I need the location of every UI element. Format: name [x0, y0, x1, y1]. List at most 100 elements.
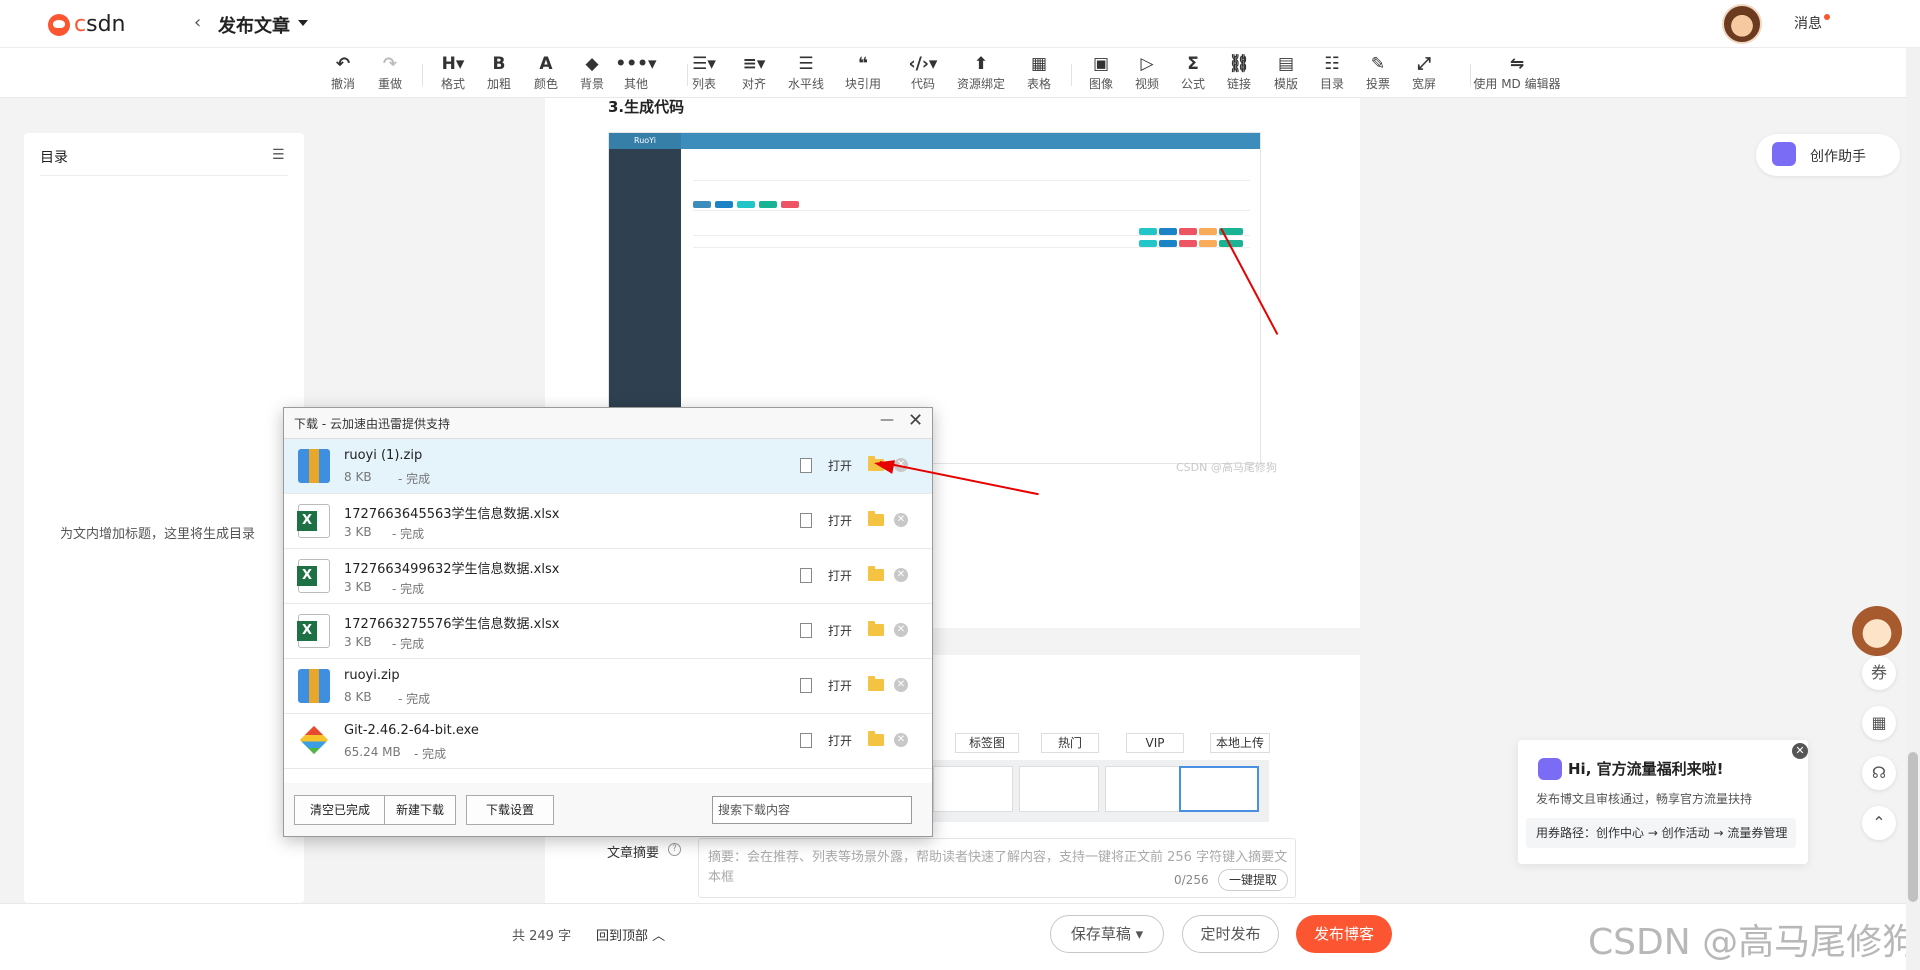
- toolbar-link-button[interactable]: ⛓ 链接: [1216, 54, 1262, 92]
- toolbar-wide-screen-button[interactable]: ⤢ 宽屏: [1401, 54, 1447, 92]
- close-icon[interactable]: ✕: [1792, 743, 1808, 759]
- cover-tab-tag-image[interactable]: 标签图: [955, 733, 1019, 753]
- toolbar-code-button[interactable]: ‹/›▾ 代码: [900, 54, 946, 92]
- open-file-button[interactable]: 打开: [828, 512, 852, 529]
- toolbar-md-editor-button[interactable]: ⇋ 使用 MD 编辑器: [1473, 54, 1560, 92]
- remove-icon[interactable]: ✕: [894, 568, 908, 582]
- open-file-button[interactable]: 打开: [828, 677, 852, 694]
- cover-thumbnail-selected[interactable]: [1179, 766, 1259, 812]
- file-icon[interactable]: [800, 568, 812, 583]
- toolbar-resource-button[interactable]: ⬆ 资源绑定: [957, 54, 1005, 92]
- remove-icon[interactable]: ✕: [894, 733, 908, 747]
- cover-thumbnail[interactable]: [1105, 766, 1185, 812]
- remove-icon[interactable]: ✕: [894, 678, 908, 692]
- publish-button[interactable]: 发布博客: [1296, 915, 1392, 953]
- toolbar-label: 其他: [623, 77, 648, 91]
- chevron-down-icon[interactable]: ▾: [1131, 925, 1144, 943]
- new-download-button[interactable]: 新建下载: [384, 795, 456, 825]
- extract-abstract-button[interactable]: 一键提取: [1218, 869, 1289, 891]
- cover-thumbnail[interactable]: [1019, 766, 1099, 812]
- messages-link[interactable]: 消息: [1794, 13, 1822, 33]
- download-item[interactable]: 1727663275576学生信息数据.xlsx 3 KB - 完成 打开 ✕: [284, 604, 932, 659]
- screenshot-button: [759, 201, 777, 208]
- toc-collapse-icon[interactable]: ☰: [272, 147, 285, 163]
- toolbar-heading-button[interactable]: H▾ 格式: [430, 54, 476, 92]
- download-status: - 完成: [392, 527, 425, 541]
- screenshot-button: [737, 201, 755, 208]
- git-installer-icon: [298, 724, 330, 758]
- screenshot-button: [1199, 228, 1217, 235]
- toolbar-table-button[interactable]: ▦ 表格: [1016, 54, 1062, 92]
- toolbar-redo-button[interactable]: ↷ 重做: [367, 54, 413, 92]
- close-icon[interactable]: ✕: [908, 410, 923, 431]
- toolbar-more-button[interactable]: •••▾ 其他: [613, 54, 659, 92]
- file-icon[interactable]: [800, 623, 812, 638]
- toolbar-toc-button[interactable]: ☷ 目录: [1309, 54, 1355, 92]
- scrollbar-thumb[interactable]: [1908, 752, 1918, 902]
- download-item[interactable]: ruoyi.zip 8 KB - 完成 打开 ✕: [284, 659, 932, 714]
- open-file-button[interactable]: 打开: [828, 622, 852, 639]
- toolbar-font-color-button[interactable]: A 颜色: [523, 54, 569, 92]
- toolbar-template-button[interactable]: ▤ 模版: [1263, 54, 1309, 92]
- open-file-button[interactable]: 打开: [828, 567, 852, 584]
- align-icon: ≡▾: [742, 54, 766, 74]
- toolbar-image-button[interactable]: ▣ 图像: [1078, 54, 1124, 92]
- download-item[interactable]: ruoyi (1).zip8 KB- 完成打开✕: [284, 439, 932, 494]
- open-file-button[interactable]: 打开: [828, 732, 852, 749]
- mascot-icon[interactable]: [1852, 606, 1902, 656]
- download-settings-button[interactable]: 下载设置: [466, 795, 554, 825]
- toolbar-vote-button[interactable]: ✎ 投票: [1355, 54, 1401, 92]
- folder-icon[interactable]: [868, 511, 884, 526]
- title-dropdown-icon[interactable]: [298, 20, 308, 26]
- screenshot-button: [693, 201, 711, 208]
- article-heading[interactable]: 3.生成代码: [608, 96, 684, 117]
- toolbar-fill-color-button[interactable]: ◆ 背景: [569, 54, 615, 92]
- toolbar-align-button[interactable]: ≡▾ 对齐: [731, 54, 777, 92]
- toolbar-formula-button[interactable]: Σ 公式: [1170, 54, 1216, 92]
- file-icon[interactable]: [800, 733, 812, 748]
- user-avatar[interactable]: [1722, 4, 1762, 44]
- qrcode-icon[interactable]: ▦: [1862, 706, 1896, 740]
- file-icon[interactable]: [800, 513, 812, 528]
- remove-icon[interactable]: ✕: [894, 513, 908, 527]
- download-status: - 完成: [414, 747, 447, 761]
- save-draft-button[interactable]: 保存草稿 ▾: [1050, 915, 1164, 953]
- coupon-icon[interactable]: 券: [1862, 656, 1896, 690]
- cover-tab-vip[interactable]: VIP: [1126, 733, 1184, 753]
- file-icon[interactable]: [800, 458, 812, 473]
- download-item[interactable]: 1727663645563学生信息数据.xlsx 3 KB - 完成 打开 ✕: [284, 494, 932, 549]
- toolbar-video-button[interactable]: ▷ 视频: [1124, 54, 1170, 92]
- back-chevron-icon[interactable]: ‹: [194, 12, 201, 33]
- screenshot-header: [681, 133, 1260, 149]
- download-list[interactable]: ruoyi (1).zip8 KB- 完成打开✕1727663645563学生信…: [284, 438, 932, 783]
- back-to-top-icon[interactable]: ⌃: [1862, 806, 1896, 840]
- folder-icon[interactable]: [868, 676, 884, 691]
- toolbar-undo-button[interactable]: ↶ 撤消: [320, 54, 366, 92]
- page-title[interactable]: 发布文章: [218, 12, 290, 38]
- download-item[interactable]: Git-2.46.2-64-bit.exe 65.24 MB - 完成 打开 ✕: [284, 714, 932, 769]
- folder-icon[interactable]: [868, 621, 884, 636]
- cover-thumbnail[interactable]: [933, 766, 1013, 812]
- download-item[interactable]: 1727663499632学生信息数据.xlsx 3 KB - 完成 打开 ✕: [284, 549, 932, 604]
- folder-icon[interactable]: [868, 566, 884, 581]
- toolbar-hr-button[interactable]: ☰ 水平线: [783, 54, 829, 92]
- cover-tab-hot[interactable]: 热门: [1041, 733, 1099, 753]
- remove-icon[interactable]: ✕: [894, 623, 908, 637]
- toolbar-quote-button[interactable]: ❝ 块引用: [840, 54, 886, 92]
- file-size: 65.24 MB: [344, 745, 401, 759]
- cover-tab-local-upload[interactable]: 本地上传: [1210, 733, 1270, 753]
- file-icon[interactable]: [800, 678, 812, 693]
- minimize-icon[interactable]: —: [880, 412, 894, 428]
- download-search-input[interactable]: 搜索下载内容: [712, 796, 912, 824]
- schedule-publish-button[interactable]: 定时发布: [1182, 915, 1279, 953]
- excel-file-icon: [297, 504, 330, 538]
- csdn-logo[interactable]: csdn: [48, 12, 125, 37]
- vote-icon: ✎: [1370, 54, 1386, 74]
- help-icon[interactable]: ?: [668, 843, 681, 856]
- toolbar-bold-button[interactable]: B 加粗: [476, 54, 522, 92]
- clear-completed-button[interactable]: 清空已完成: [294, 795, 386, 825]
- customer-service-icon[interactable]: ☊: [1862, 756, 1896, 790]
- folder-icon[interactable]: [868, 731, 884, 746]
- open-file-button[interactable]: 打开: [828, 457, 852, 474]
- back-to-top-link[interactable]: 回到顶部 ︿: [596, 925, 665, 944]
